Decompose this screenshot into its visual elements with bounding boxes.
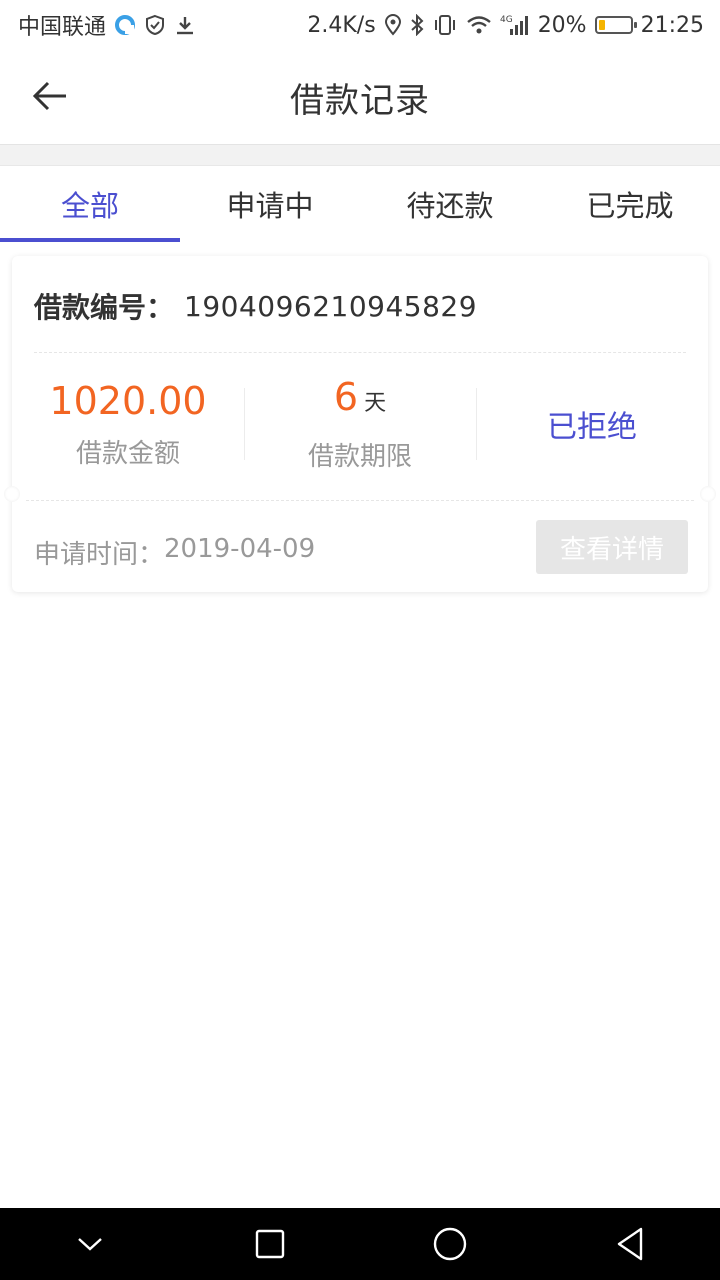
- header-divider: [0, 144, 720, 166]
- triangle-back-icon: [617, 1227, 643, 1261]
- loan-amount-block: 1020.00 借款金额: [12, 374, 244, 474]
- system-navigation-bar: [0, 1208, 720, 1280]
- loan-term-row: 6天: [334, 375, 386, 426]
- circle-icon: [433, 1227, 467, 1261]
- loan-status: 已拒绝: [547, 410, 637, 445]
- apply-time-label: 申请时间：: [34, 540, 165, 570]
- loan-term-value: 6: [333, 375, 359, 419]
- chevron-down-icon: [78, 1238, 102, 1251]
- loan-number-label: 借款编号：: [34, 291, 175, 324]
- back-nav-button[interactable]: [540, 1208, 720, 1280]
- battery-percent: 20%: [537, 12, 587, 38]
- wifi-icon: [466, 14, 492, 36]
- app-header: 借款记录: [0, 50, 720, 144]
- status-bar-left: 中国联通: [18, 9, 196, 41]
- card-divider-bottom: [26, 500, 694, 501]
- network-speed: 2.4K/s: [307, 12, 376, 38]
- loan-stats: 1020.00 借款金额 6天 借款期限 已拒绝: [12, 374, 708, 474]
- status-bar: 中国联通 2.4K/s 4G 20% 21:25: [0, 0, 720, 50]
- tab-all[interactable]: 全部: [0, 166, 180, 242]
- download-icon: [174, 14, 196, 36]
- back-button[interactable]: [26, 72, 74, 120]
- page-title: 借款记录: [290, 80, 430, 121]
- location-icon: [384, 14, 402, 36]
- loan-number-row: 借款编号： 1904096210945829: [34, 286, 477, 326]
- home-button[interactable]: [360, 1208, 540, 1280]
- recent-apps-button[interactable]: [180, 1208, 360, 1280]
- browser-notification-icon: [114, 14, 136, 36]
- carrier-name: 中国联通: [18, 15, 107, 40]
- cellular-signal-icon: 4G: [500, 13, 530, 37]
- tab-completed[interactable]: 已完成: [540, 166, 720, 242]
- status-bar-right: 2.4K/s 4G 20% 21:25: [307, 13, 704, 38]
- tab-bar: 全部 申请中 待还款 已完成: [0, 166, 720, 242]
- loan-term-block: 6天 借款期限: [244, 374, 476, 474]
- clock: 21:25: [640, 12, 704, 38]
- network-type-label: 4G: [500, 15, 513, 25]
- apply-time-value: 2019-04-09: [164, 534, 316, 564]
- tab-applying[interactable]: 申请中: [180, 166, 360, 242]
- loan-record-card: 借款编号： 1904096210945829 1020.00 借款金额 6天 借…: [4, 256, 716, 592]
- view-details-button[interactable]: 查看详情: [536, 520, 688, 574]
- loan-amount-label: 借款金额: [75, 438, 180, 469]
- card-notch-left: [4, 486, 20, 502]
- loan-amount-value: 1020.00: [49, 378, 207, 423]
- apply-time-row: 申请时间： 2019-04-09: [34, 534, 315, 571]
- hide-nav-button[interactable]: [0, 1208, 180, 1280]
- vibrate-icon: [432, 14, 458, 36]
- loan-number-value: 1904096210945829: [184, 289, 478, 323]
- loan-term-unit: 天: [364, 391, 387, 416]
- card-divider-top: [34, 352, 686, 353]
- loan-term-label: 借款期限: [307, 442, 412, 472]
- arrow-left-icon: [32, 81, 66, 111]
- tab-pending-repayment[interactable]: 待还款: [360, 166, 540, 242]
- square-icon: [255, 1229, 285, 1259]
- battery-level: [598, 20, 605, 30]
- shield-check-icon: [144, 14, 166, 36]
- loan-status-block: 已拒绝: [476, 374, 708, 474]
- battery-icon: [594, 16, 637, 34]
- bluetooth-icon: [410, 14, 424, 36]
- card-notch-right: [700, 486, 716, 502]
